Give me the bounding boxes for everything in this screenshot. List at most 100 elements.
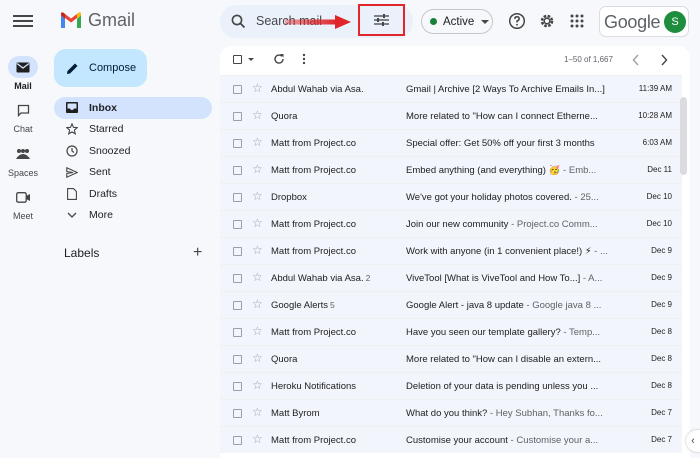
chevron-right-icon[interactable] <box>660 54 668 66</box>
row-date: Dec 9 <box>651 246 672 255</box>
compose-button[interactable]: Compose <box>54 49 147 87</box>
row-sender: Quora <box>271 354 403 365</box>
rail-item-meet[interactable]: Meet <box>0 186 46 221</box>
table-row[interactable]: ☆ Matt from Project.co Have you seen our t… <box>220 318 682 345</box>
star-icon[interactable]: ☆ <box>252 297 263 311</box>
row-sender: Matt from Project.co <box>271 138 403 149</box>
star-icon[interactable]: ☆ <box>252 405 263 419</box>
sidebar-item-snoozed[interactable]: Snoozed <box>54 140 212 162</box>
row-subject: Embed anything (and everything) 🥳 - Emb.… <box>406 165 632 176</box>
row-date: Dec 8 <box>651 327 672 336</box>
star-icon[interactable]: ☆ <box>252 324 263 338</box>
gmail-logo-text: Gmail <box>88 10 136 30</box>
sender-name: Google Alerts <box>271 300 329 311</box>
row-date: Dec 7 <box>651 435 672 444</box>
snippet-text: - Project.co Comm... <box>508 219 598 230</box>
table-row[interactable]: ☆ Quora More related to "How can I disable… <box>220 345 682 372</box>
row-subject: Have you seen our template gallery? - Te… <box>406 327 632 338</box>
star-icon[interactable]: ☆ <box>252 108 263 122</box>
main-menu-icon[interactable] <box>13 12 33 32</box>
search-icon[interactable] <box>231 14 246 29</box>
row-checkbox[interactable] <box>233 436 242 445</box>
select-all-checkbox[interactable] <box>233 55 242 64</box>
chevron-left-icon[interactable] <box>632 54 640 66</box>
clock-icon <box>65 144 78 157</box>
sidebar-item-sent[interactable]: Sent <box>54 162 212 184</box>
row-checkbox[interactable] <box>233 301 242 310</box>
row-checkbox[interactable] <box>233 274 242 283</box>
settings-gear-icon[interactable] <box>538 12 556 30</box>
add-label-button[interactable]: + <box>193 244 202 262</box>
sidebar-item-inbox[interactable]: Inbox <box>54 97 212 119</box>
star-icon[interactable]: ☆ <box>252 432 263 446</box>
table-row[interactable]: ☆ Abdul Wahab via Asa. Gmail | Archive [2 … <box>220 75 682 102</box>
gmail-logo[interactable]: Gmail <box>60 10 135 31</box>
list-toolbar: 1–50 of 1,667 <box>220 46 690 74</box>
table-row[interactable]: ☆ Quora More related to "How can I connect… <box>220 102 682 129</box>
inbox-icon <box>65 101 78 114</box>
row-checkbox[interactable] <box>233 139 242 148</box>
refresh-icon[interactable] <box>273 53 285 65</box>
sidebar-item-drafts[interactable]: Drafts <box>54 183 212 205</box>
scrollbar-thumb[interactable] <box>680 97 687 175</box>
star-icon[interactable]: ☆ <box>252 81 263 95</box>
row-checkbox[interactable] <box>233 247 242 256</box>
sender-name: Quora <box>271 354 298 365</box>
table-row[interactable]: ☆ Matt Byrom What do you think? - Hey Subh… <box>220 399 682 426</box>
table-row[interactable]: ☆ Dropbox We've got your holiday photos co… <box>220 183 682 210</box>
rail-item-chat[interactable]: Chat <box>0 99 46 134</box>
help-icon[interactable] <box>508 12 526 30</box>
avatar[interactable]: S <box>664 11 686 33</box>
row-checkbox[interactable] <box>233 355 242 364</box>
row-checkbox[interactable] <box>233 220 242 229</box>
sidebar-nav: Inbox Starred Snoozed Sent Drafts More <box>54 97 212 226</box>
tune-icon <box>374 14 389 26</box>
star-icon[interactable]: ☆ <box>252 351 263 365</box>
row-checkbox[interactable] <box>233 409 242 418</box>
more-vert-icon[interactable] <box>302 53 306 65</box>
table-row[interactable]: ☆ Matt from Project.co Work with anyone (i… <box>220 237 682 264</box>
sidebar-item-label: More <box>89 209 113 222</box>
chevron-down-icon <box>65 209 78 222</box>
app-rail: Mail Chat Spaces Meet <box>0 0 46 458</box>
table-row[interactable]: ☆ Matt from Project.co Customise your acco… <box>220 426 682 453</box>
sidebar-item-starred[interactable]: Starred <box>54 119 212 141</box>
subject-text: Google Alert - java 8 update <box>406 300 524 311</box>
star-icon[interactable]: ☆ <box>252 378 263 392</box>
row-sender: Dropbox <box>271 192 403 203</box>
sender-name: Matt from Project.co <box>271 165 356 176</box>
table-row[interactable]: ☆ Matt from Project.co Special offer: Get … <box>220 129 682 156</box>
rail-item-mail[interactable]: Mail <box>0 56 46 91</box>
subject-text: Special offer: Get 50% off your first 3 … <box>406 138 595 149</box>
status-selector[interactable]: Active <box>421 9 493 34</box>
row-subject: Work with anyone (in 1 convenient place!… <box>406 246 632 257</box>
star-icon[interactable]: ☆ <box>252 135 263 149</box>
row-checkbox[interactable] <box>233 382 242 391</box>
google-logo-text: Google <box>604 12 661 32</box>
row-checkbox[interactable] <box>233 166 242 175</box>
row-checkbox[interactable] <box>233 193 242 202</box>
star-icon[interactable]: ☆ <box>252 189 263 203</box>
star-icon[interactable]: ☆ <box>252 243 263 257</box>
table-row[interactable]: ☆ Matt from Project.co Embed anything (and… <box>220 156 682 183</box>
row-checkbox[interactable] <box>233 112 242 121</box>
star-icon[interactable]: ☆ <box>252 162 263 176</box>
subject-text: Embed anything (and everything) 🥳 <box>406 165 561 176</box>
apps-grid-icon[interactable] <box>568 12 586 30</box>
table-row[interactable]: ☆ Abdul Wahab via Asa. 2 ViveTool [What is … <box>220 264 682 291</box>
row-subject: More related to "How can I disable an ex… <box>406 354 632 365</box>
row-checkbox[interactable] <box>233 85 242 94</box>
star-icon[interactable]: ☆ <box>252 216 263 230</box>
star-icon[interactable]: ☆ <box>252 270 263 284</box>
rail-item-spaces[interactable]: Spaces <box>0 143 46 178</box>
row-checkbox[interactable] <box>233 328 242 337</box>
sidebar-item-more[interactable]: More <box>54 205 212 227</box>
account-switcher[interactable]: Google S <box>599 6 689 37</box>
snippet-text: - A... <box>580 273 603 284</box>
table-row[interactable]: ☆ Matt from Project.co Join our new commun… <box>220 210 682 237</box>
table-row[interactable]: ☆ Google Alerts 5 Google Alert - java 8 upd… <box>220 291 682 318</box>
table-row[interactable]: ☆ Heroku Notifications Deletion of your da… <box>220 372 682 399</box>
search-options-button[interactable] <box>358 4 405 36</box>
row-date: Dec 10 <box>646 192 672 201</box>
select-options-caret-icon[interactable] <box>248 58 254 61</box>
